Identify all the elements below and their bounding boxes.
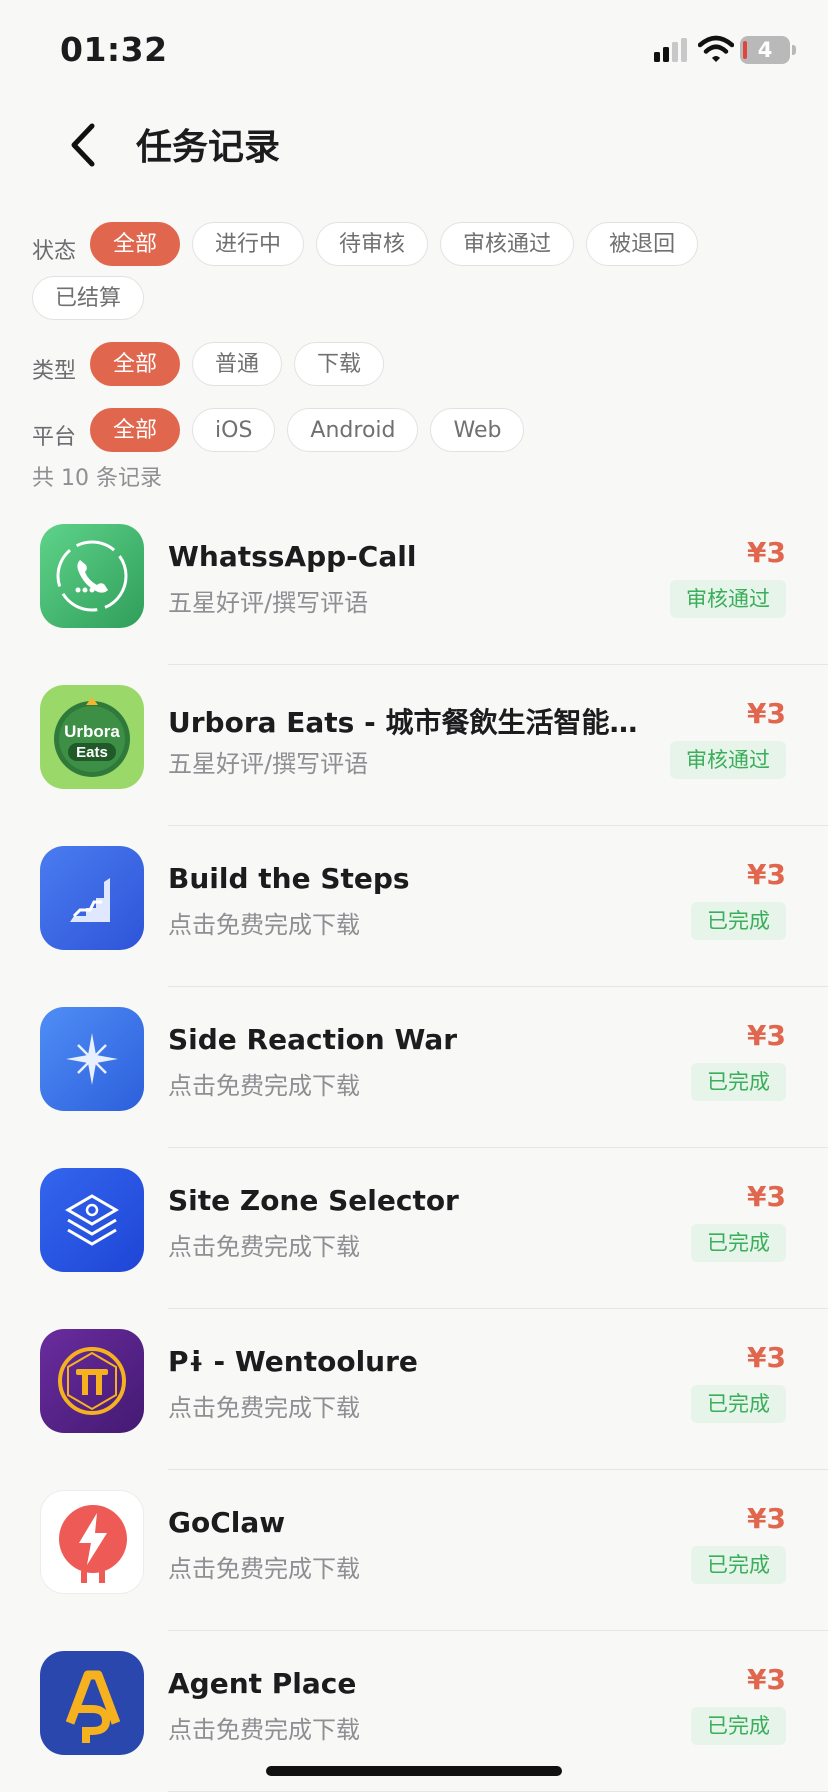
platform-chip-all[interactable]: 全部 bbox=[90, 408, 181, 452]
status-badge: 审核通过 bbox=[670, 580, 786, 618]
status-chip-in-progress[interactable]: 进行中 bbox=[192, 222, 305, 266]
type-chip-all[interactable]: 全部 bbox=[90, 342, 181, 386]
record-price: ¥3 bbox=[747, 1019, 786, 1052]
record-item[interactable]: Site Zone Selector 点击免费完成下载 ¥3 已完成 bbox=[0, 1148, 828, 1309]
battery-low-mark bbox=[743, 41, 747, 59]
status-bar: 01:32 4 bbox=[0, 0, 828, 100]
status-chip-approved[interactable]: 审核通过 bbox=[440, 222, 575, 266]
record-item[interactable]: Side Reaction War 点击免费完成下载 ¥3 已完成 bbox=[0, 987, 828, 1148]
platform-chip-android[interactable]: Android bbox=[287, 408, 419, 452]
status-badge: 审核通过 bbox=[670, 741, 786, 779]
record-count: 共 10 条记录 bbox=[32, 466, 162, 491]
status-filter-label: 状态 bbox=[32, 239, 77, 264]
battery-level: 4 bbox=[757, 38, 773, 62]
eats-logo-text: Eats bbox=[76, 744, 108, 761]
nav-bar: 任务记录 bbox=[0, 100, 828, 190]
status-badge: 已完成 bbox=[691, 1063, 786, 1101]
record-price: ¥3 bbox=[747, 1341, 786, 1374]
type-chip-download[interactable]: 下载 bbox=[294, 342, 385, 386]
record-name: Agent Place bbox=[168, 1667, 357, 1700]
record-price: ¥3 bbox=[747, 1663, 786, 1696]
status-badge: 已完成 bbox=[691, 902, 786, 940]
record-item[interactable]: Pɨ - Wentoolure 点击免费完成下载 ¥3 已完成 bbox=[0, 1309, 828, 1470]
steps-icon bbox=[40, 846, 144, 950]
ap-logo-icon bbox=[40, 1651, 144, 1755]
record-price: ¥3 bbox=[747, 858, 786, 891]
back-chevron-icon[interactable] bbox=[64, 120, 104, 170]
status-badge: 已完成 bbox=[691, 1224, 786, 1262]
record-name: Side Reaction War bbox=[168, 1023, 458, 1056]
status-badge: 已完成 bbox=[691, 1546, 786, 1584]
status-badge: 已完成 bbox=[691, 1707, 786, 1745]
status-chip-pending-review[interactable]: 待审核 bbox=[316, 222, 429, 266]
record-name: GoClaw bbox=[168, 1506, 286, 1539]
record-subtitle: 点击免费完成下载 bbox=[168, 1072, 360, 1100]
urbora-eats-logo-icon: Urbora Eats bbox=[40, 685, 144, 789]
record-item[interactable]: Build the Steps 点击免费完成下载 ¥3 已完成 bbox=[0, 826, 828, 987]
record-name: Site Zone Selector bbox=[168, 1184, 459, 1217]
star-cross-icon bbox=[40, 1007, 144, 1111]
pi-coin-icon bbox=[40, 1329, 144, 1433]
status-chip-all[interactable]: 全部 bbox=[90, 222, 181, 266]
platform-chip-ios[interactable]: iOS bbox=[192, 408, 276, 452]
record-item[interactable]: Urbora Eats Urbora Eats - 城市餐飲生活智能助手 五星好… bbox=[0, 665, 828, 826]
home-indicator bbox=[266, 1766, 562, 1776]
record-subtitle: 点击免费完成下载 bbox=[168, 1394, 360, 1422]
record-subtitle: 点击免费完成下载 bbox=[168, 911, 360, 939]
signal-icon bbox=[654, 38, 687, 62]
battery-indicator: 4 bbox=[740, 36, 796, 64]
wifi-icon bbox=[698, 35, 734, 62]
urbora-logo-text: Urbora bbox=[64, 722, 120, 741]
record-list: WhatssApp-Call 五星好评/撰写评语 ¥3 审核通过 Urbora … bbox=[0, 504, 828, 1792]
record-subtitle: 五星好评/撰写评语 bbox=[168, 750, 369, 778]
layers-icon bbox=[40, 1168, 144, 1272]
record-name: Build the Steps bbox=[168, 862, 410, 895]
record-item[interactable]: GoClaw 点击免费完成下载 ¥3 已完成 bbox=[0, 1470, 828, 1631]
status-time: 01:32 bbox=[60, 30, 168, 69]
record-subtitle: 五星好评/撰写评语 bbox=[168, 589, 369, 617]
record-name: Pɨ - Wentoolure bbox=[168, 1345, 418, 1378]
type-filter-row: 类型 全部 普通 下载 bbox=[32, 342, 812, 396]
battery-nub bbox=[792, 45, 796, 55]
page-title: 任务记录 bbox=[136, 127, 281, 168]
status-badge: 已完成 bbox=[691, 1385, 786, 1423]
record-price: ¥3 bbox=[747, 697, 786, 730]
platform-filter-row: 平台 全部 iOS Android Web bbox=[32, 408, 812, 462]
record-item[interactable]: WhatssApp-Call 五星好评/撰写评语 ¥3 审核通过 bbox=[0, 504, 828, 665]
phone-call-icon bbox=[40, 524, 144, 628]
status-filter-row: 状态 全部 进行中 待审核 审核通过 被退回 已结算 bbox=[32, 222, 812, 330]
record-price: ¥3 bbox=[747, 1502, 786, 1535]
record-subtitle: 点击免费完成下载 bbox=[168, 1555, 360, 1583]
type-filter-label: 类型 bbox=[32, 359, 77, 384]
status-chip-rejected[interactable]: 被退回 bbox=[586, 222, 699, 266]
record-subtitle: 点击免费完成下载 bbox=[168, 1233, 360, 1261]
record-subtitle: 点击免费完成下载 bbox=[168, 1716, 360, 1744]
record-price: ¥3 bbox=[747, 1180, 786, 1213]
filter-panel: 状态 全部 进行中 待审核 审核通过 被退回 已结算 类型 全部 普通 下载 平… bbox=[32, 222, 812, 474]
platform-chip-web[interactable]: Web bbox=[430, 408, 525, 452]
record-price: ¥3 bbox=[747, 536, 786, 569]
type-chip-normal[interactable]: 普通 bbox=[192, 342, 283, 386]
record-name: Urbora Eats - 城市餐飲生活智能助手 bbox=[168, 706, 646, 739]
lightning-icon bbox=[40, 1490, 144, 1594]
status-chip-settled[interactable]: 已结算 bbox=[32, 276, 145, 320]
record-name: WhatssApp-Call bbox=[168, 540, 417, 573]
platform-filter-label: 平台 bbox=[32, 425, 77, 450]
